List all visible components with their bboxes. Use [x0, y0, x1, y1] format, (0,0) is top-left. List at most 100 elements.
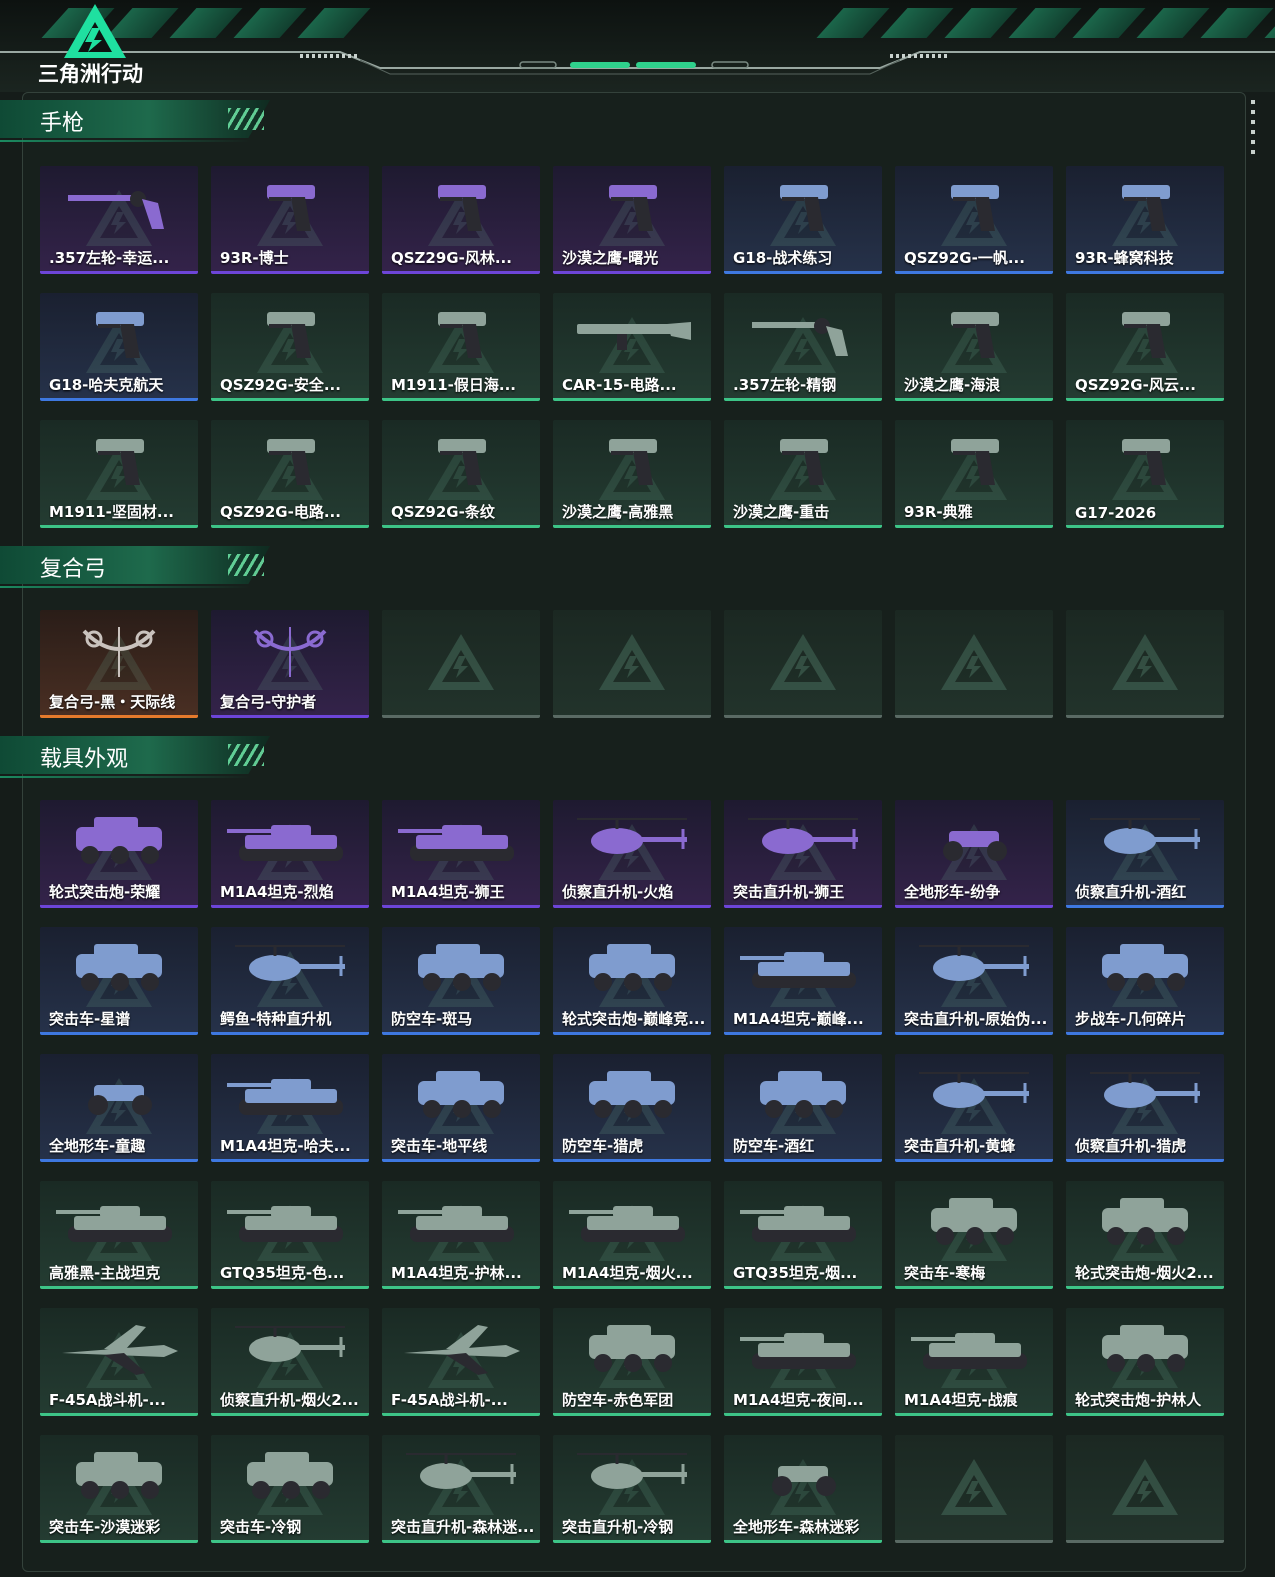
rarity-bar	[40, 271, 198, 274]
skin-card[interactable]: 防空车-酒红	[724, 1054, 882, 1162]
skin-card[interactable]: 沙漠之鹰-高雅黑	[553, 420, 711, 528]
skin-card[interactable]: M1A4坦克-护林...	[382, 1181, 540, 1289]
skin-card[interactable]: .357左轮-精钢	[724, 293, 882, 401]
jet-skin-icon	[62, 1325, 178, 1375]
skin-card[interactable]: 防空车-猎虎	[553, 1054, 711, 1162]
skin-card[interactable]: 轮式突击炮-护林人	[1066, 1308, 1224, 1416]
empty-slot	[895, 610, 1053, 718]
skin-card[interactable]: M1911-假日海...	[382, 293, 540, 401]
rarity-bar	[40, 1413, 198, 1416]
skin-card[interactable]: 侦察直升机-火焰	[553, 800, 711, 908]
pistol-skin-icon	[1122, 185, 1170, 231]
skin-card[interactable]: M1A4坦克-烈焰	[211, 800, 369, 908]
rarity-bar	[895, 905, 1053, 908]
pistol-skin-icon	[438, 185, 486, 231]
skin-card[interactable]: 全地形车-森林迷彩	[724, 1435, 882, 1543]
skin-card[interactable]: M1A4坦克-烟火...	[553, 1181, 711, 1289]
skin-card[interactable]: 轮式突击炮-烟火2...	[1066, 1181, 1224, 1289]
skin-card[interactable]: G18-战术练习	[724, 166, 882, 274]
rarity-bar	[724, 525, 882, 528]
rarity-bar	[724, 905, 882, 908]
skin-card[interactable]: GTQ35坦克-色...	[211, 1181, 369, 1289]
rarity-bar	[724, 715, 882, 718]
tank-skin-icon	[398, 1206, 514, 1242]
skin-card[interactable]: 沙漠之鹰-海浪	[895, 293, 1053, 401]
section-header: 复合弓	[0, 546, 290, 590]
skin-card[interactable]: M1911-坚固材...	[40, 420, 198, 528]
rarity-bar	[553, 1540, 711, 1543]
tank-skin-icon	[911, 1333, 1027, 1369]
vehicle-skin-icon	[589, 1325, 675, 1372]
skin-card[interactable]: F-45A战斗机-...	[40, 1308, 198, 1416]
skin-card[interactable]: 侦察直升机-酒红	[1066, 800, 1224, 908]
skin-card[interactable]: M1A4坦克-哈夫...	[211, 1054, 369, 1162]
rarity-bar	[895, 715, 1053, 718]
skin-name: M1A4坦克-巅峰...	[733, 1010, 864, 1028]
skin-card[interactable]: 全地形车-童趣	[40, 1054, 198, 1162]
skin-name: 轮式突击炮-荣耀	[49, 883, 161, 901]
skin-card[interactable]: 步战车-几何碎片	[1066, 927, 1224, 1035]
skin-card[interactable]: CAR-15-电路...	[553, 293, 711, 401]
skin-card[interactable]: 复合弓-黑・天际线	[40, 610, 198, 718]
skin-card[interactable]: QSZ92G-一帆...	[895, 166, 1053, 274]
skin-card[interactable]: 93R-博士	[211, 166, 369, 274]
skin-card[interactable]: QSZ92G-条纹	[382, 420, 540, 528]
skin-card[interactable]: QSZ92G-电路...	[211, 420, 369, 528]
rarity-bar	[382, 271, 540, 274]
pistol-skin-icon	[951, 185, 999, 231]
skin-card[interactable]: 突击直升机-黄蜂	[895, 1054, 1053, 1162]
skin-name: 侦察直升机-酒红	[1075, 883, 1187, 901]
rarity-bar	[1066, 398, 1224, 401]
skin-card[interactable]: M1A4坦克-狮王	[382, 800, 540, 908]
empty-slot	[724, 610, 882, 718]
skin-card[interactable]: 沙漠之鹰-曙光	[553, 166, 711, 274]
skin-name: .357左轮-精钢	[733, 376, 837, 394]
skin-card[interactable]: M1A4坦克-战痕	[895, 1308, 1053, 1416]
skin-card[interactable]: 轮式突击炮-巅峰竞...	[553, 927, 711, 1035]
pistol-skin-icon	[951, 312, 999, 358]
skin-card[interactable]: F-45A战斗机-...	[382, 1308, 540, 1416]
skin-card[interactable]: 沙漠之鹰-重击	[724, 420, 882, 528]
skin-card[interactable]: 突击直升机-狮王	[724, 800, 882, 908]
skin-card[interactable]: G18-哈夫克航天	[40, 293, 198, 401]
skin-card[interactable]: 防空车-赤色军团	[553, 1308, 711, 1416]
skin-card[interactable]: 鳄鱼-特种直升机	[211, 927, 369, 1035]
skin-name: M1A4坦克-狮王	[391, 883, 505, 901]
skin-card[interactable]: 突击车-星谱	[40, 927, 198, 1035]
skin-card[interactable]: 93R-典雅	[895, 420, 1053, 528]
rarity-bar	[724, 1540, 882, 1543]
skin-card[interactable]: 高雅黑-主战坦克	[40, 1181, 198, 1289]
skin-card[interactable]: 防空车-斑马	[382, 927, 540, 1035]
rarity-bar	[1066, 271, 1224, 274]
skin-card[interactable]: GTQ35坦克-烟...	[724, 1181, 882, 1289]
skin-card[interactable]: 全地形车-纷争	[895, 800, 1053, 908]
skin-card[interactable]: 突击直升机-冷钢	[553, 1435, 711, 1543]
rifle-skin-icon	[577, 322, 691, 350]
skin-card[interactable]: 突击车-沙漠迷彩	[40, 1435, 198, 1543]
skin-card[interactable]: G17-2026	[1066, 420, 1224, 528]
skin-name: 防空车-斑马	[391, 1010, 473, 1028]
empty-slot	[1066, 1435, 1224, 1543]
rarity-bar	[40, 1286, 198, 1289]
skin-name: 轮式突击炮-巅峰竞...	[562, 1010, 706, 1028]
skin-card[interactable]: QSZ92G-风云...	[1066, 293, 1224, 401]
scroll-indicator[interactable]	[1251, 100, 1255, 156]
skin-card[interactable]: 突击直升机-森林迷...	[382, 1435, 540, 1543]
header-bar: 三角洲行动	[0, 0, 1275, 92]
skin-card[interactable]: 突击车-地平线	[382, 1054, 540, 1162]
skin-card[interactable]: 侦察直升机-烟火2...	[211, 1308, 369, 1416]
skin-card[interactable]: QSZ29G-风林...	[382, 166, 540, 274]
rarity-bar	[895, 1286, 1053, 1289]
rarity-bar	[553, 715, 711, 718]
skin-card[interactable]: .357左轮-幸运...	[40, 166, 198, 274]
skin-card[interactable]: QSZ92G-安全...	[211, 293, 369, 401]
skin-card[interactable]: 侦察直升机-猎虎	[1066, 1054, 1224, 1162]
skin-card[interactable]: 复合弓-守护者	[211, 610, 369, 718]
skin-card[interactable]: 轮式突击炮-荣耀	[40, 800, 198, 908]
skin-card[interactable]: 突击车-寒梅	[895, 1181, 1053, 1289]
skin-card[interactable]: 突击直升机-原始伪...	[895, 927, 1053, 1035]
skin-card[interactable]: M1A4坦克-巅峰...	[724, 927, 882, 1035]
skin-card[interactable]: 93R-蜂窝科技	[1066, 166, 1224, 274]
skin-card[interactable]: M1A4坦克-夜间...	[724, 1308, 882, 1416]
skin-card[interactable]: 突击车-冷钢	[211, 1435, 369, 1543]
